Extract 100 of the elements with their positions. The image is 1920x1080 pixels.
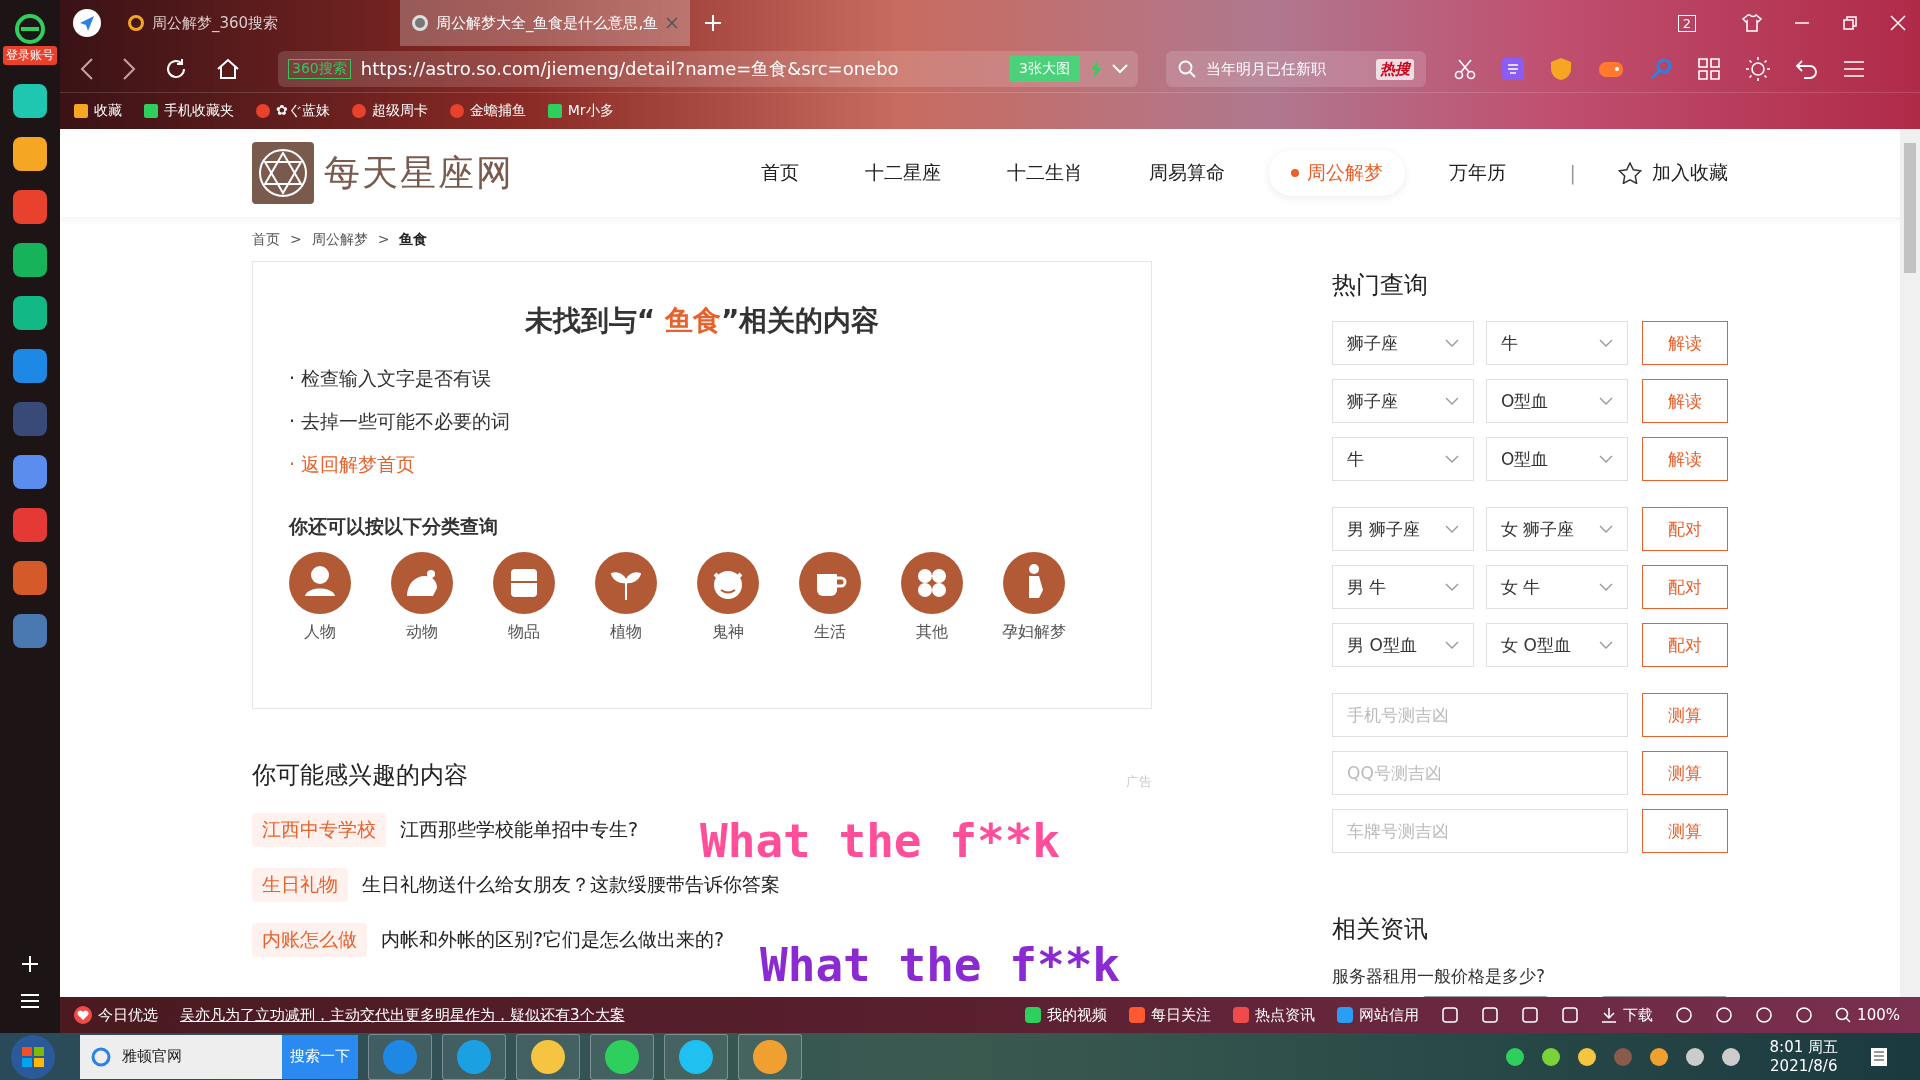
- input-field[interactable]: 车牌号测吉凶: [1332, 809, 1628, 853]
- animal-category-icon[interactable]: [391, 552, 453, 614]
- query-button[interactable]: 解读: [1642, 379, 1728, 423]
- dropdown[interactable]: 男 牛: [1332, 565, 1474, 609]
- browser-tab[interactable]: 周公解梦_360搜索: [116, 0, 386, 46]
- tray-icon[interactable]: [1685, 1047, 1704, 1066]
- browser-logo-icon[interactable]: [15, 14, 45, 44]
- search-button[interactable]: 搜索一下: [282, 1034, 358, 1079]
- status-link[interactable]: 热点资讯: [1233, 1005, 1316, 1025]
- query-button[interactable]: 配对: [1642, 507, 1728, 551]
- input-field[interactable]: QQ号测吉凶: [1332, 751, 1628, 795]
- article-link[interactable]: 江西那些学校能单招中专生?: [400, 817, 639, 843]
- undo-icon[interactable]: [1796, 59, 1818, 79]
- plant-category-icon[interactable]: [595, 552, 657, 614]
- bookmark-item[interactable]: 超级周卡: [351, 102, 428, 120]
- nav-link[interactable]: 十二星座: [842, 150, 963, 196]
- news-link[interactable]: 服务器租用一般价格是多少?: [1332, 965, 1728, 988]
- query-button[interactable]: 测算: [1642, 751, 1728, 795]
- grid-icon[interactable]: [1698, 58, 1720, 80]
- chevron-down-icon[interactable]: [1112, 64, 1128, 74]
- reload-icon[interactable]: [164, 57, 188, 81]
- bookmark-item[interactable]: Mr小多: [547, 102, 614, 120]
- notification-icon[interactable]: [1868, 1045, 1890, 1068]
- taskbar-app-icon[interactable]: [368, 1033, 432, 1080]
- other-category-icon[interactable]: [901, 552, 963, 614]
- taskbar-app-icon[interactable]: [738, 1033, 802, 1080]
- forward-icon[interactable]: [122, 58, 136, 80]
- dropdown[interactable]: 男 O型血: [1332, 623, 1474, 667]
- taskbar-app-icon[interactable]: [516, 1033, 580, 1080]
- url-text[interactable]: https://astro.so.com/jiemeng/detail?name=鱼食&src=onebo: [360, 57, 1000, 81]
- taskbar-app-icon[interactable]: [664, 1033, 728, 1080]
- dropdown[interactable]: O型血: [1486, 437, 1628, 481]
- article-link[interactable]: 生日礼物送什么给女朋友？这款绥腰带告诉你答案: [362, 872, 780, 898]
- dropdown[interactable]: 牛: [1332, 437, 1474, 481]
- bookmark-item[interactable]: 金蟾捕鱼: [449, 102, 526, 120]
- scissors-icon[interactable]: [1454, 58, 1476, 80]
- skin-icon[interactable]: [1742, 14, 1762, 32]
- query-button[interactable]: 测算: [1642, 809, 1728, 853]
- life-category-icon[interactable]: [799, 552, 861, 614]
- nav-link[interactable]: 周易算命: [1126, 150, 1247, 196]
- input-field[interactable]: 手机号测吉凶: [1332, 693, 1628, 737]
- nav-link[interactable]: 万年历: [1426, 150, 1528, 196]
- query-button[interactable]: 配对: [1642, 623, 1728, 667]
- status-link[interactable]: 网站信用: [1337, 1005, 1420, 1025]
- app-shortcut-icon[interactable]: [13, 296, 47, 330]
- app-shortcut-icon[interactable]: [13, 190, 47, 224]
- hot-search-label[interactable]: 热搜: [1376, 58, 1414, 80]
- sun-icon[interactable]: [1746, 57, 1770, 81]
- category-label[interactable]: 生活: [814, 622, 846, 643]
- add-icon[interactable]: [20, 954, 40, 974]
- tray-icon[interactable]: [1541, 1047, 1560, 1066]
- person-category-icon[interactable]: [289, 552, 351, 614]
- dropdown[interactable]: 女 狮子座: [1486, 507, 1628, 551]
- login-badge[interactable]: 登录账号: [3, 46, 57, 65]
- search-field[interactable]: 当年明月已任新职 热搜: [1166, 51, 1426, 87]
- add-favorite-link[interactable]: 加入收藏: [1618, 160, 1728, 186]
- query-button[interactable]: 配对: [1642, 565, 1728, 609]
- breadcrumb-link[interactable]: 周公解梦: [311, 231, 368, 249]
- item-category-icon[interactable]: [493, 552, 555, 614]
- dropdown[interactable]: O型血: [1486, 379, 1628, 423]
- hexagram-logo-icon[interactable]: [252, 142, 314, 204]
- scrollbar[interactable]: [1900, 129, 1920, 997]
- query-button[interactable]: 解读: [1642, 437, 1728, 481]
- taskbar-app-icon[interactable]: [442, 1033, 506, 1080]
- category-label[interactable]: 人物: [304, 622, 336, 643]
- dropdown[interactable]: 女 O型血: [1486, 623, 1628, 667]
- site-logo-text[interactable]: 每天星座网: [324, 148, 514, 198]
- status-link[interactable]: 我的视频: [1025, 1005, 1108, 1025]
- nav-link[interactable]: 首页: [738, 150, 821, 196]
- nav-link[interactable]: 周公解梦: [1268, 150, 1405, 196]
- today-picks-link[interactable]: 今日优选: [74, 1005, 158, 1025]
- bookmark-item[interactable]: 收藏: [74, 102, 122, 120]
- nav-link[interactable]: 十二生肖: [984, 150, 1105, 196]
- new-tab-icon[interactable]: [704, 14, 722, 32]
- tray-icon[interactable]: [1721, 1047, 1740, 1066]
- bookmark-item[interactable]: ✿ぐ蓝妹: [256, 102, 330, 120]
- clock[interactable]: 8:01 周五 2021/8/6: [1769, 1038, 1838, 1075]
- app-shortcut-icon[interactable]: [13, 455, 47, 489]
- browser-tab[interactable]: 周公解梦大全_鱼食是什么意思,鱼: [400, 0, 690, 46]
- app-shortcut-icon[interactable]: [13, 561, 47, 595]
- dropdown[interactable]: 狮子座: [1332, 321, 1474, 365]
- category-label[interactable]: 鬼神: [712, 622, 744, 643]
- category-label[interactable]: 孕妇解梦: [1002, 622, 1066, 643]
- app-shortcut-icon[interactable]: [13, 614, 47, 648]
- tray-icon[interactable]: [1649, 1047, 1668, 1066]
- home-icon[interactable]: [216, 57, 240, 81]
- zoom-level[interactable]: 100%: [1835, 1006, 1900, 1024]
- status-link[interactable]: 每日关注: [1129, 1005, 1212, 1025]
- app-shortcut-icon[interactable]: [13, 508, 47, 542]
- article-link[interactable]: 内帐和外帐的区别?它们是怎么做出来的?: [381, 927, 725, 953]
- taskbar-app-icon[interactable]: [590, 1033, 654, 1080]
- news-headline-link[interactable]: 吴亦凡为了立功减刑，主动交代出更多明星作为，疑似还有3个大案: [180, 1005, 625, 1025]
- tab-count-badge[interactable]: 2: [1677, 14, 1696, 32]
- app-shortcut-icon[interactable]: [13, 84, 47, 118]
- query-button[interactable]: 解读: [1642, 321, 1728, 365]
- dropdown[interactable]: 牛: [1486, 321, 1628, 365]
- query-button[interactable]: 测算: [1642, 693, 1728, 737]
- category-label[interactable]: 植物: [610, 622, 642, 643]
- app-shortcut-icon[interactable]: [13, 137, 47, 171]
- pregnant-category-icon[interactable]: [1003, 552, 1065, 614]
